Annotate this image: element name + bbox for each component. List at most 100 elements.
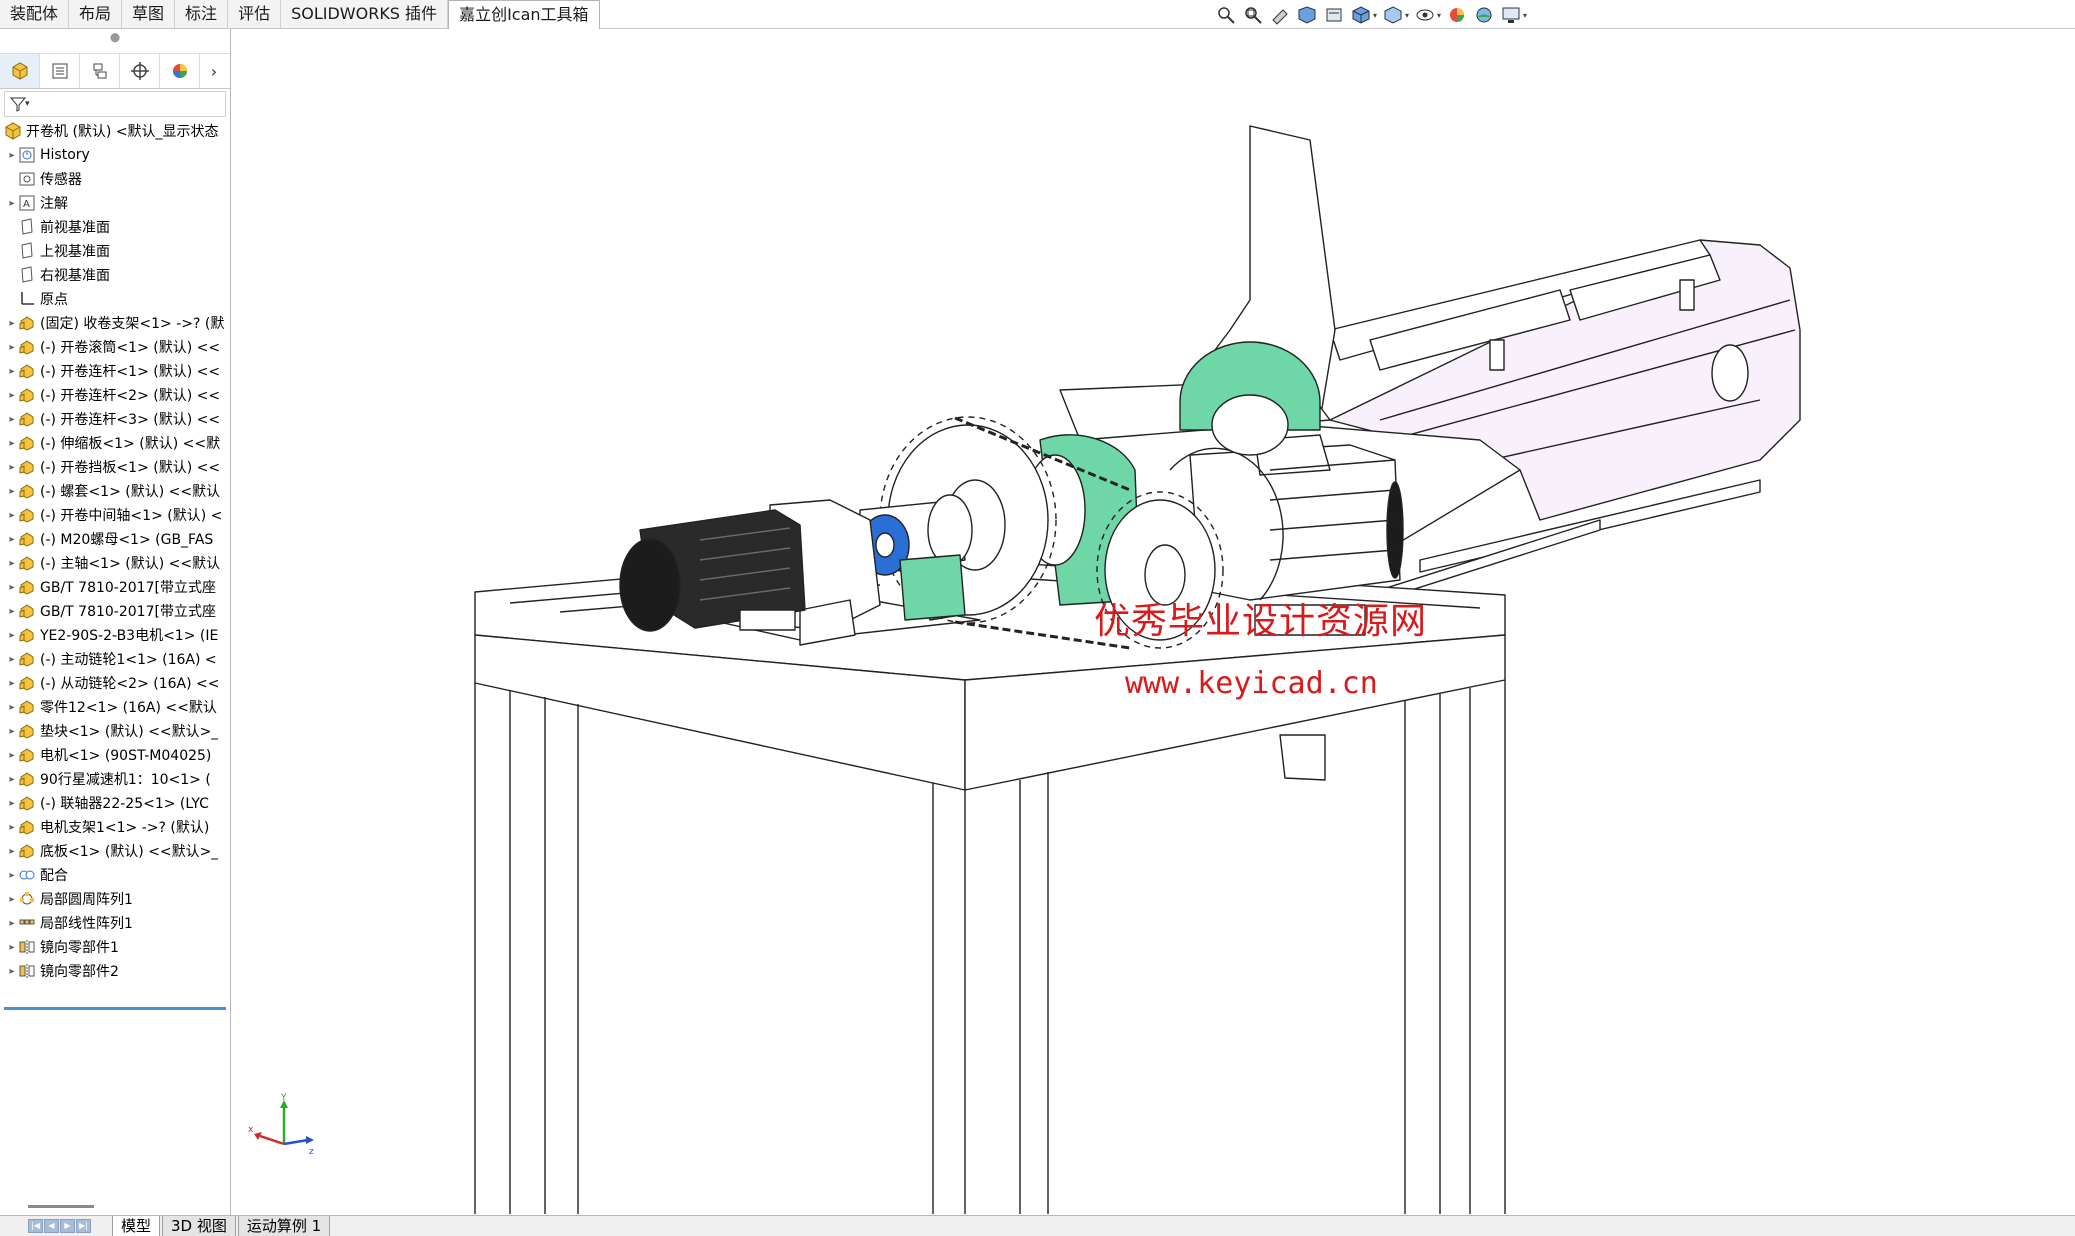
first-tab-icon[interactable]: |◀: [28, 1219, 43, 1233]
ribbon-tab[interactable]: SOLIDWORKS 插件: [281, 0, 449, 28]
tree-item[interactable]: 上视基准面: [0, 239, 230, 263]
tree-item[interactable]: ▸ (-) 螺套<1> (默认) <<默认: [0, 479, 230, 503]
ribbon-tab[interactable]: 嘉立创Ican工具箱: [448, 0, 600, 29]
tree-item[interactable]: ▸ (-) 开卷连杆<3> (默认) <<: [0, 407, 230, 431]
expand-chevron-icon[interactable]: ▸: [6, 870, 18, 881]
prev-tab-icon[interactable]: ◀: [44, 1219, 59, 1233]
tree-item[interactable]: ▸ 镜向零部件1: [0, 935, 230, 959]
section-view-icon[interactable]: [1296, 4, 1318, 26]
tree-item[interactable]: 右视基准面: [0, 263, 230, 287]
tree-item[interactable]: ▸ (-) 开卷中间轴<1> (默认) <: [0, 503, 230, 527]
headsup-dropdown-icon[interactable]: ▾: [1405, 11, 1409, 20]
ribbon-tab[interactable]: 评估: [228, 0, 282, 28]
tree-item[interactable]: ▸ 配合: [0, 863, 230, 887]
tree-item[interactable]: ▸ 局部线性阵列1: [0, 911, 230, 935]
tree-item[interactable]: ▸ 90行星减速机1：10<1> (: [0, 767, 230, 791]
expand-chevron-icon[interactable]: ▸: [6, 654, 18, 665]
dynamic-annotation-icon[interactable]: [1323, 4, 1345, 26]
expand-chevron-icon[interactable]: ▸: [6, 894, 18, 905]
last-tab-icon[interactable]: ▶|: [76, 1219, 91, 1233]
tree-item[interactable]: ▸ (固定) 收卷支架<1> ->? (默: [0, 311, 230, 335]
panel-horizontal-scrollbar[interactable]: [28, 1205, 94, 1208]
tree-item[interactable]: ▸ GB/T 7810-2017[带立式座: [0, 599, 230, 623]
view-orientation-icon[interactable]: [1350, 4, 1372, 26]
expand-chevron-icon[interactable]: ▸: [6, 510, 18, 521]
property-manager-tab[interactable]: [40, 54, 80, 88]
tree-item[interactable]: ▸ A 注解: [0, 191, 230, 215]
expand-chevron-icon[interactable]: ▸: [6, 390, 18, 401]
zoom-to-fit-icon[interactable]: [1215, 4, 1237, 26]
ribbon-tab[interactable]: 标注: [175, 0, 229, 28]
expand-chevron-icon[interactable]: ▸: [6, 846, 18, 857]
expand-chevron-icon[interactable]: ▸: [6, 414, 18, 425]
expand-chevron-icon[interactable]: ▸: [6, 486, 18, 497]
tree-item[interactable]: ▸ (-) 开卷连杆<1> (默认) <<: [0, 359, 230, 383]
tree-item[interactable]: 传感器: [0, 167, 230, 191]
model-tab[interactable]: 运动算例 1: [237, 1216, 331, 1236]
expand-chevron-icon[interactable]: ▸: [6, 606, 18, 617]
dimxpert-manager-tab[interactable]: [120, 54, 160, 88]
model-tab[interactable]: 模型: [112, 1216, 161, 1236]
headsup-dropdown-icon[interactable]: ▾: [1523, 11, 1527, 20]
filter-dropdown-icon[interactable]: ▾: [25, 99, 30, 109]
hide-show-icon[interactable]: [1414, 4, 1436, 26]
ribbon-tab[interactable]: 装配体: [0, 0, 70, 28]
feature-manager-tab[interactable]: [0, 54, 40, 88]
tree-item[interactable]: ▸ 电机<1> (90ST-M04025): [0, 743, 230, 767]
edit-appearance-icon[interactable]: [1446, 4, 1468, 26]
expand-chevron-icon[interactable]: ▸: [6, 822, 18, 833]
tree-item[interactable]: ▸ History: [0, 143, 230, 167]
expand-chevron-icon[interactable]: ▸: [6, 462, 18, 473]
zoom-area-icon[interactable]: [1242, 4, 1264, 26]
tree-item[interactable]: ▸ (-) 开卷挡板<1> (默认) <<: [0, 455, 230, 479]
tree-item[interactable]: ▸ YE2-90S-2-B3电机<1> (IE: [0, 623, 230, 647]
next-tab-icon[interactable]: ▶: [60, 1219, 75, 1233]
tree-item[interactable]: ▸ (-) 伸缩板<1> (默认) <<默: [0, 431, 230, 455]
tree-item[interactable]: ▸ (-) 开卷滚筒<1> (默认) <<: [0, 335, 230, 359]
expand-chevron-icon[interactable]: ▸: [6, 630, 18, 641]
more-tabs-chevron-icon[interactable]: ›: [200, 54, 228, 88]
tree-item[interactable]: ▸ (-) 开卷连杆<2> (默认) <<: [0, 383, 230, 407]
expand-chevron-icon[interactable]: ▸: [6, 798, 18, 809]
tree-item[interactable]: 原点: [0, 287, 230, 311]
expand-chevron-icon[interactable]: ▸: [6, 726, 18, 737]
graphics-area[interactable]: 优秀毕业设计资源网 www.keyicad.cn: [232, 30, 2075, 1214]
headsup-dropdown-icon[interactable]: ▾: [1373, 11, 1377, 20]
expand-chevron-icon[interactable]: ▸: [6, 750, 18, 761]
expand-chevron-icon[interactable]: ▸: [6, 198, 18, 209]
tree-item[interactable]: ▸ 局部圆周阵列1: [0, 887, 230, 911]
previous-view-icon[interactable]: [1269, 4, 1291, 26]
display-manager-tab[interactable]: [160, 54, 200, 88]
expand-chevron-icon[interactable]: ▸: [6, 342, 18, 353]
tree-item[interactable]: ▸ (-) 主动链轮1<1> (16A) <: [0, 647, 230, 671]
expand-chevron-icon[interactable]: ▸: [6, 774, 18, 785]
tree-item[interactable]: ▸ GB/T 7810-2017[带立式座: [0, 575, 230, 599]
tree-item[interactable]: ▸ 零件12<1> (16A) <<默认: [0, 695, 230, 719]
ribbon-tab[interactable]: 布局: [69, 0, 123, 28]
expand-chevron-icon[interactable]: ▸: [6, 942, 18, 953]
expand-chevron-icon[interactable]: ▸: [6, 318, 18, 329]
tree-item[interactable]: 前视基准面: [0, 215, 230, 239]
tree-root[interactable]: 开卷机 (默认) <默认_显示状态: [0, 119, 230, 143]
tree-item[interactable]: ▸ 镜向零部件2: [0, 959, 230, 983]
expand-chevron-icon[interactable]: ▸: [6, 558, 18, 569]
model-tab[interactable]: 3D 视图: [162, 1216, 236, 1236]
view-settings-icon[interactable]: [1500, 4, 1522, 26]
panel-grip-icon[interactable]: ⬤: [110, 33, 120, 43]
expand-chevron-icon[interactable]: ▸: [6, 966, 18, 977]
expand-chevron-icon[interactable]: ▸: [6, 366, 18, 377]
ribbon-tab[interactable]: 草图: [122, 0, 176, 28]
expand-chevron-icon[interactable]: ▸: [6, 918, 18, 929]
expand-chevron-icon[interactable]: ▸: [6, 438, 18, 449]
expand-chevron-icon[interactable]: ▸: [6, 582, 18, 593]
expand-chevron-icon[interactable]: ▸: [6, 534, 18, 545]
configuration-manager-tab[interactable]: [80, 54, 120, 88]
tree-filter[interactable]: ▾: [4, 91, 226, 117]
tree-item[interactable]: ▸ 垫块<1> (默认) <<默认>_: [0, 719, 230, 743]
tree-item[interactable]: ▸ (-) 联轴器22-25<1> (LYC: [0, 791, 230, 815]
expand-chevron-icon[interactable]: ▸: [6, 702, 18, 713]
tree-item[interactable]: ▸ (-) 主轴<1> (默认) <<默认: [0, 551, 230, 575]
display-style-icon[interactable]: [1382, 4, 1404, 26]
headsup-dropdown-icon[interactable]: ▾: [1437, 11, 1441, 20]
expand-chevron-icon[interactable]: ▸: [6, 678, 18, 689]
